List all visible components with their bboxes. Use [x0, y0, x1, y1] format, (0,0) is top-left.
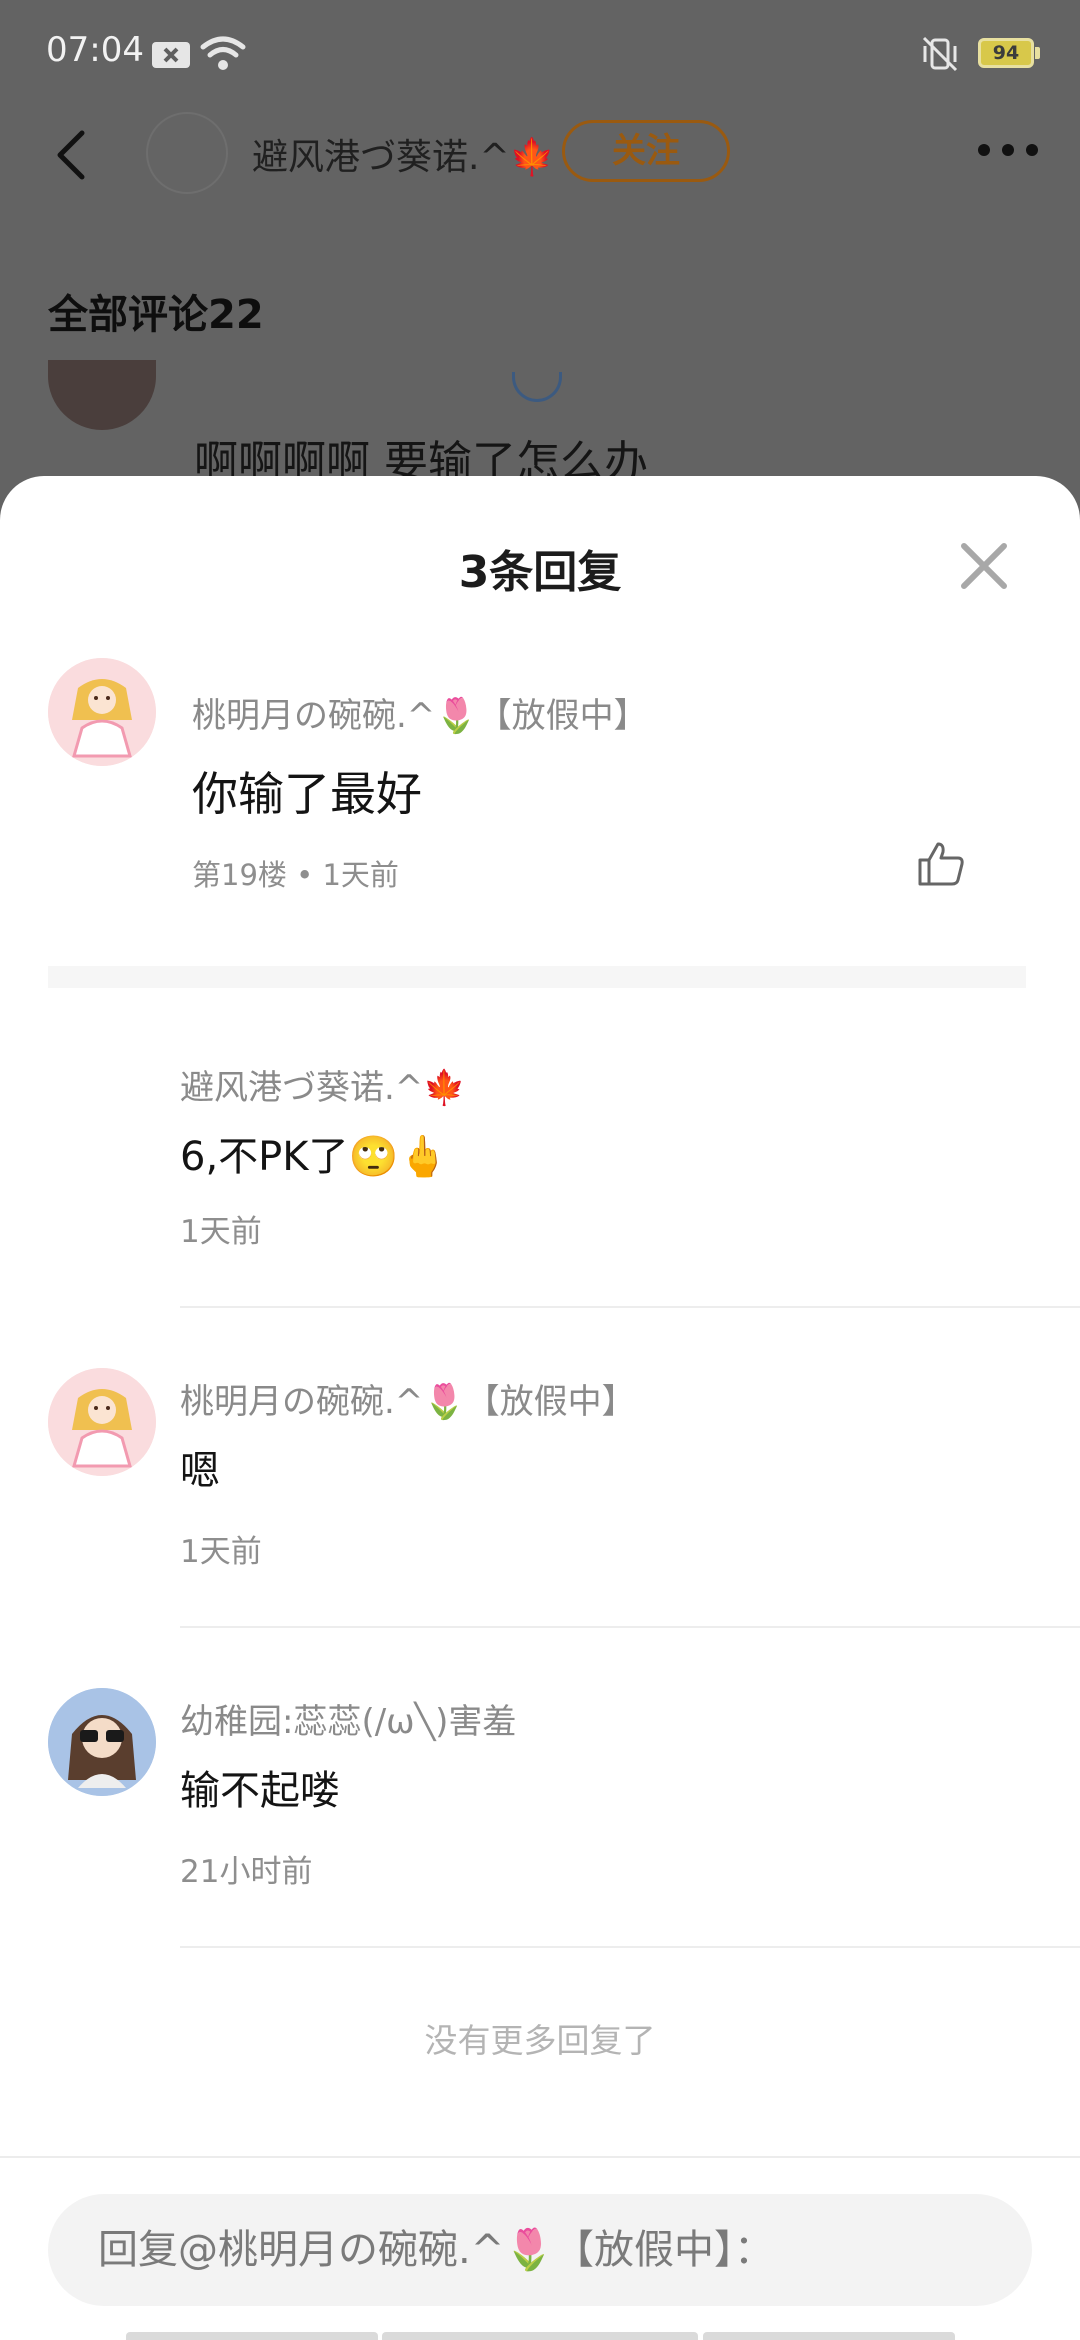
main-comment-avatar[interactable]: [48, 658, 156, 766]
status-bar: 07:04 94: [0, 0, 1080, 100]
battery-tip: [1035, 47, 1040, 59]
sunglasses-girl-avatar-icon: [48, 1688, 156, 1796]
reply-username[interactable]: 桃明月の碗碗.^🌷【放假中】: [180, 1374, 636, 1423]
reply-divider: [180, 1306, 1080, 1308]
reply-input[interactable]: [48, 2194, 1032, 2306]
battery-icon: 94: [978, 38, 1034, 68]
wifi-icon: [200, 36, 246, 70]
reply-time: 1天前: [180, 1214, 262, 1250]
section-divider: [48, 966, 1026, 988]
vibrate-mute-icon: [922, 36, 958, 72]
nav-bar: 避风港づ葵诺.^🍁 关注: [0, 100, 1080, 210]
back-arrow-icon[interactable]: [46, 125, 96, 185]
reply-avatar[interactable]: [48, 1688, 156, 1796]
close-icon[interactable]: [956, 538, 1012, 594]
more-options-icon[interactable]: [976, 140, 1040, 160]
all-comments-title: 全部评论22: [48, 292, 264, 338]
nav-gesture-bar: [703, 2332, 955, 2340]
reply-time: 21小时前: [180, 1854, 313, 1890]
anime-girl-avatar-icon: [48, 1368, 156, 1476]
follow-button[interactable]: 关注: [562, 120, 730, 182]
reply-divider: [180, 1626, 1080, 1628]
reply-text: 6,不PK了🙄🖕: [180, 1134, 449, 1180]
commenter-avatar: [48, 360, 156, 430]
reply-username[interactable]: 避风港づ葵诺.^🍁: [180, 1060, 466, 1109]
notification-close-icon: [152, 42, 190, 68]
main-comment-text: 你输了最好: [192, 767, 422, 821]
author-avatar[interactable]: [146, 112, 228, 194]
nav-gesture-bar: [126, 2332, 378, 2340]
anime-girl-avatar-icon: [48, 658, 156, 766]
reply-avatar[interactable]: [48, 1368, 156, 1476]
author-name[interactable]: 避风港づ葵诺.^🍁: [252, 128, 554, 180]
nav-gesture-bar: [382, 2332, 698, 2340]
main-comment-username[interactable]: 桃明月の碗碗.^🌷【放假中】: [192, 688, 648, 737]
sheet-title: 3条回复: [458, 547, 622, 598]
replies-sheet: 3条回复 桃明月の碗碗.^🌷【放假中】 你输了最好 第19楼 • 1天前 避风港…: [0, 476, 1080, 2340]
reply-divider: [180, 1946, 1080, 1948]
level-badge-icon: [512, 372, 562, 402]
thumbs-up-icon[interactable]: [916, 838, 966, 888]
reply-text: 嗯: [180, 1448, 220, 1494]
reply-time: 1天前: [180, 1534, 262, 1570]
reply-text: 输不起喽: [180, 1768, 340, 1814]
main-comment-meta: 第19楼 • 1天前: [192, 858, 399, 892]
reply-username[interactable]: 幼稚园:蕊蕊(/ω╲)害羞: [180, 1694, 516, 1743]
reply-bar: [0, 2156, 1080, 2340]
no-more-replies-text: 没有更多回复了: [424, 2021, 656, 2060]
status-time: 07:04: [46, 30, 144, 70]
